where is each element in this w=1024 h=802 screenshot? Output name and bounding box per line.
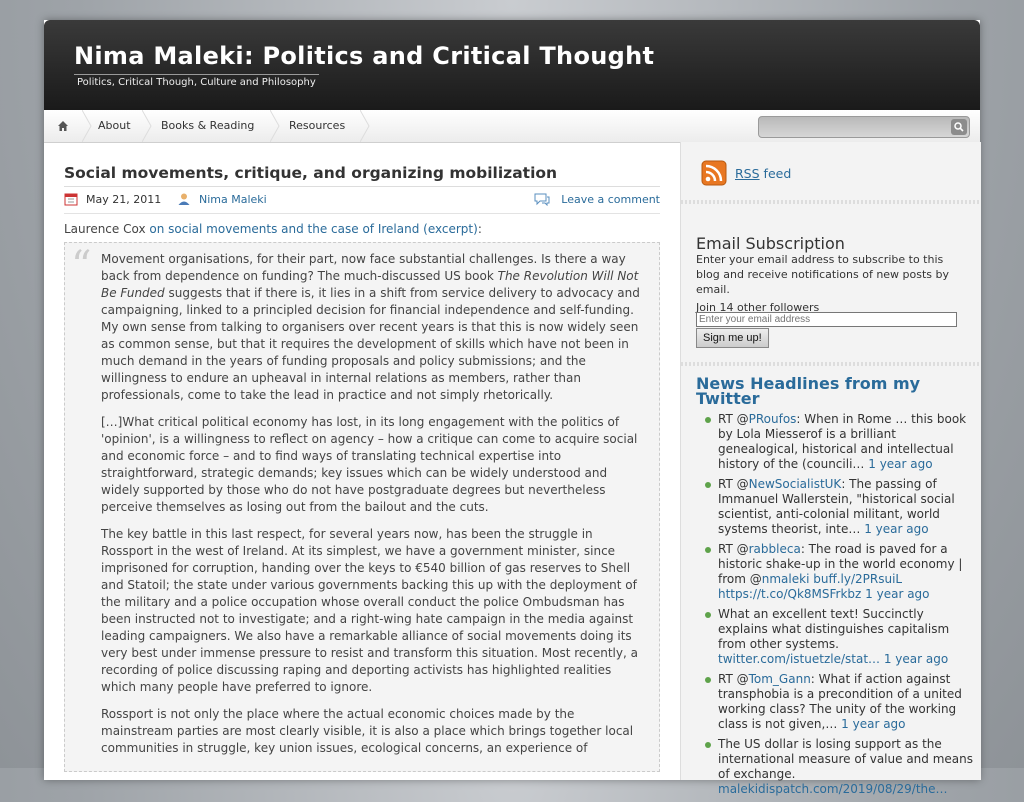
nav-separator [360,110,370,142]
bullet-icon [705,547,711,553]
tweet-url-link[interactable]: twitter.com/istuetzle/stat… [718,652,880,666]
rss-link[interactable]: RSS feed [735,166,791,181]
tweet-prefix: RT @ [718,412,749,426]
search-button[interactable] [951,119,967,135]
bullet-icon [705,612,711,618]
site-header: Nima Maleki: Politics and Critical Thoug… [44,20,980,110]
tweet-time-link[interactable]: 1 year ago [864,522,928,536]
leave-comment-link[interactable]: Leave a comment [561,193,660,206]
blockquote: “ Movement organisations, for their part… [64,242,660,772]
user-icon [178,193,190,205]
bullet-icon [705,482,711,488]
quote-paragraph-2: […]What critical political economy has l… [101,415,638,514]
quote-mark-icon: “ [71,243,92,289]
quote-paragraph-3: The key battle in this last respect, for… [101,527,638,694]
tweet-time-link[interactable]: 1 year ago [868,457,932,471]
site-description: Politics, Critical Though, Culture and P… [74,74,319,88]
nav-item-about[interactable]: About [98,110,131,142]
tweet-handle-link[interactable]: Tom_Gann [749,672,811,686]
nav-separator [82,110,92,142]
tweet-item: The US dollar is losing support as the i… [703,737,973,797]
post-meta: May 21, 2011 Nima Maleki Leave a comment [64,191,660,214]
sign-up-button[interactable]: Sign me up! [696,328,769,348]
tweet-prefix: RT @ [718,477,749,491]
site-title[interactable]: Nima Maleki: Politics and Critical Thoug… [74,42,654,70]
bullet-icon [705,417,711,423]
post-author-link[interactable]: Nima Maleki [199,193,267,206]
tweet-time-link[interactable]: 1 year ago [884,652,948,666]
nav-separator [142,110,152,142]
tweet-handle-link[interactable]: NewSocialistUK [749,477,842,491]
bullet-icon [705,742,711,748]
tweet-handle-link[interactable]: rabbleca [749,542,801,556]
nav-item-resources[interactable]: Resources [289,110,345,142]
tweet-mention-link[interactable]: nmaleki [762,572,810,586]
nav-item-books-reading[interactable]: Books & Reading [161,110,254,142]
nav-home[interactable] [44,110,82,142]
tweet-handle-link[interactable]: PRoufos [749,412,797,426]
quote-paragraph-1: Movement organisations, for their part, … [101,251,645,404]
intro-end: : [477,222,482,236]
tweet-item: RT @rabbleca: The road is paved for a hi… [703,542,973,602]
page: Nima Maleki: Politics and Critical Thoug… [44,20,981,796]
tweet-prefix: RT @ [718,672,749,686]
post-date: May 21, 2011 [86,193,162,206]
rss-widget: RSS feed [701,160,791,186]
email-input[interactable] [696,312,957,327]
sidebar: RSS feed Email Subscription Enter your e… [680,142,981,796]
email-subscription-text: Enter your email address to subscribe to… [696,252,966,315]
quote-paragraph-4: Rossport is not only the place where the… [101,707,634,755]
intro-author: Laurence Cox [64,222,146,236]
rss-feed-text: feed [763,165,792,181]
search-icon [954,122,964,132]
email-subscription-title: Email Subscription [696,234,845,253]
tweet-prefix: RT @ [718,542,749,556]
post-intro: Laurence Cox on social movements and the… [64,222,660,236]
tweet-list: RT @PRoufos: When in Rome … this book by… [703,412,973,802]
tweet-item: RT @PRoufos: When in Rome … this book by… [703,412,973,472]
p1-text-b: suggests that if there is, it lies in a … [101,286,640,402]
email-desc: Enter your email address to subscribe to… [696,253,950,296]
tweet-time-link[interactable]: 1 year ago [841,717,905,731]
tweet-item: What an excellent text! Succinctly expla… [703,607,973,667]
tweet-time-link[interactable]: 1 year ago [865,587,929,601]
calendar-icon [64,193,78,206]
tweet-item: RT @Tom_Gann: What if action against tra… [703,672,973,732]
bullet-icon [705,677,711,683]
main-nav: About Books & Reading Resources [44,110,980,143]
tweet-url-link[interactable]: malekidispatch.com/2019/08/29/the… [718,782,948,796]
tweet-text: The US dollar is losing support as the i… [718,737,973,781]
divider [681,200,981,204]
rss-icon[interactable] [701,160,727,186]
comment-icon [534,193,550,206]
home-icon [58,121,68,131]
post-title[interactable]: Social movements, critique, and organizi… [64,160,660,187]
tweet-text: What an excellent text! Succinctly expla… [718,607,950,651]
intro-link[interactable]: on social movements and the case of Irel… [149,222,477,236]
rss-abbr: RSS [735,165,760,181]
nav-separator [270,110,280,142]
tweet-item: RT @NewSocialistUK: The passing of Imman… [703,477,973,537]
news-headlines-title[interactable]: News Headlines from my Twitter [696,376,966,407]
main-content: Social movements, critique, and organizi… [64,160,660,772]
search-input[interactable] [758,116,970,138]
divider [681,362,981,366]
